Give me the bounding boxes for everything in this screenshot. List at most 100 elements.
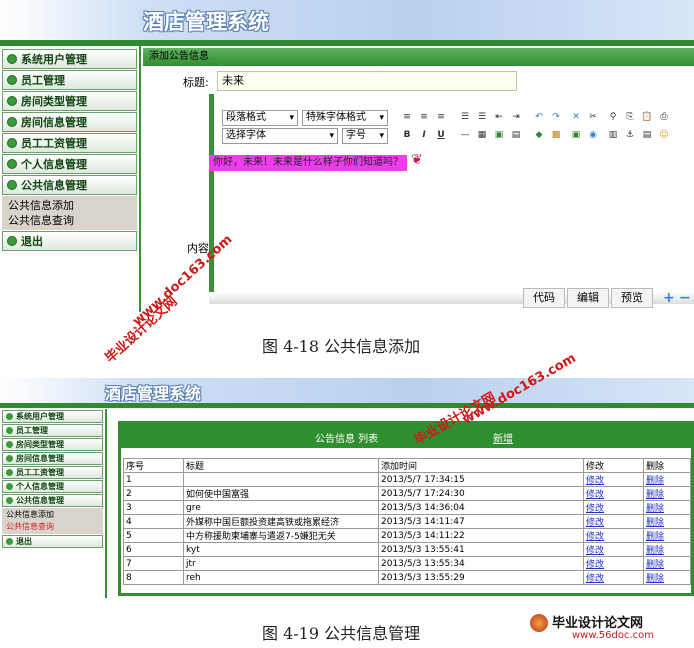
cell-title: 外媒称中国巨额投资建高铁或拖累经济 [183,514,379,529]
underline-icon[interactable]: U [434,128,448,142]
cell-index: 1 [123,472,184,487]
redo-icon[interactable]: ↷ [549,110,563,124]
copy-icon[interactable]: ⎘ [623,110,637,124]
add-new-link[interactable]: 新增 [493,430,513,445]
delete-link[interactable]: 删除 [643,542,691,557]
smiley-icon[interactable]: ☺ [657,128,671,142]
menu-item-room-types[interactable]: 房间类型管理 [2,91,137,111]
submenu: 公共信息添加 公共信息查询 [2,508,103,534]
delete-link[interactable]: 删除 [643,528,691,543]
editor-content-text: 你好，未来！未来是什么样子你们知道吗？ [209,155,407,171]
submenu-item-query[interactable]: 公共信息查询 [8,213,131,228]
rich-text-editor[interactable]: 段落格式 特殊字体格式 选择字体 字号 ≡ ≡ ≡ ☰ ☰ ⇤ ⇥ ↶ ↷ ✕ … [209,94,694,304]
cell-index: 4 [123,514,184,529]
emoticon-grid-icon[interactable]: ▩ [549,128,563,142]
undo-icon[interactable]: ↶ [532,110,546,124]
source-icon[interactable]: ▤ [640,128,654,142]
align-center-icon[interactable]: ≡ [417,110,431,124]
cell-title: kyt [183,542,379,557]
submenu-item-add[interactable]: 公共信息添加 [6,509,99,521]
table-icon[interactable]: ▦ [475,128,489,142]
delete-link[interactable]: 删除 [643,556,691,571]
submenu-item-query[interactable]: 公共信息查询 [6,521,99,533]
menu-item-personal-info[interactable]: 个人信息管理 [2,154,137,174]
tab-preview[interactable]: 预览 [611,288,653,308]
cut-icon[interactable]: ✂ [586,110,600,124]
font-select[interactable]: 选择字体 [222,128,338,144]
paragraph-format-select[interactable]: 段落格式 [222,110,298,126]
delete-link[interactable]: 删除 [643,500,691,515]
menu-item-exit[interactable]: 退出 [2,231,137,251]
menu-item-staff[interactable]: 员工管理 [2,424,103,437]
cell-time: 2013/5/7 17:34:15 [378,472,584,487]
edit-link[interactable]: 修改 [583,542,644,557]
unordered-list-icon[interactable]: ☰ [475,110,489,124]
ordered-list-icon[interactable]: ☰ [458,110,472,124]
menu-item-salary[interactable]: 员工工资管理 [2,133,137,153]
edit-link[interactable]: 修改 [583,556,644,571]
shrink-icon[interactable]: − [679,290,691,306]
print-icon[interactable]: ⎙ [657,110,671,124]
menu-item-public-info[interactable]: 公共信息管理 [2,494,103,507]
link-icon[interactable]: ◉ [586,128,600,142]
edit-link[interactable]: 修改 [583,500,644,515]
tab-code[interactable]: 代码 [523,288,565,308]
edit-link[interactable]: 修改 [583,570,644,585]
special-font-format-select[interactable]: 特殊字体格式 [302,110,388,126]
horizontal-rule-icon[interactable]: — [458,128,472,142]
form-header: 添加公告信息 [143,48,694,66]
table-header-row: 序号 标题 添加时间 修改 删除 [123,458,691,473]
menu-item-staff[interactable]: 员工管理 [2,70,137,90]
outdent-icon[interactable]: ⇤ [492,110,506,124]
notice-table: 序号 标题 添加时间 修改 删除 1 2013/5/7 17:34:15 修改 删除 2… [123,458,691,585]
menu-item-room-types[interactable]: 房间类型管理 [2,438,103,451]
site-logo-icon [530,614,548,632]
table-row: 8 reh 2013/5/3 13:55:29 修改 删除 [123,570,691,585]
media-icon[interactable]: ▤ [509,128,523,142]
menu-item-personal-info[interactable]: 个人信息管理 [2,480,103,493]
delete-link[interactable]: 删除 [643,472,691,487]
font-size-select[interactable]: 字号 [342,128,388,144]
edit-link[interactable]: 修改 [583,472,644,487]
delete-link[interactable]: 删除 [643,570,691,585]
find-icon[interactable]: ⚲ [606,110,620,124]
menu-item-exit[interactable]: 退出 [2,535,103,548]
bold-icon[interactable]: B [400,128,414,142]
indent-icon[interactable]: ⇥ [509,110,523,124]
cell-title: 如何使中国富强 [183,486,379,501]
menu-item-room-info[interactable]: 房间信息管理 [2,452,103,465]
cell-time: 2013/5/3 13:55:29 [378,570,584,585]
menu-item-system-users[interactable]: 系统用户管理 [2,49,137,69]
expand-icon[interactable]: + [663,290,675,306]
app-title: 酒店管理系统 [105,384,202,403]
delete-link[interactable]: 删除 [643,514,691,529]
app-title: 酒店管理系统 [143,9,269,34]
anchor-icon[interactable]: ⚓ [623,128,637,142]
delete-link[interactable]: 删除 [643,486,691,501]
cell-title: reh [183,570,379,585]
menu-bullet-icon [7,180,17,190]
menu-item-room-info[interactable]: 房间信息管理 [2,112,137,132]
align-right-icon[interactable]: ≡ [434,110,448,124]
tab-edit[interactable]: 编辑 [567,288,609,308]
menu-item-system-users[interactable]: 系统用户管理 [2,410,103,423]
cell-index: 8 [123,570,184,585]
col-header-title: 标题 [183,458,379,473]
insert-file-icon[interactable]: ▣ [569,128,583,142]
paste-icon[interactable]: 📋 [640,110,654,124]
flash-icon[interactable]: ◆ [532,128,546,142]
submenu-item-add[interactable]: 公共信息添加 [8,198,131,213]
menu-item-public-info[interactable]: 公共信息管理 [2,175,137,195]
edit-link[interactable]: 修改 [583,486,644,501]
image-icon[interactable]: ▣ [492,128,506,142]
edit-link[interactable]: 修改 [583,514,644,529]
delete-icon[interactable]: ✕ [569,110,583,124]
cell-index: 5 [123,528,184,543]
menu-item-salary[interactable]: 员工工资管理 [2,466,103,479]
col-header-time: 添加时间 [378,458,584,473]
align-left-icon[interactable]: ≡ [400,110,414,124]
edit-link[interactable]: 修改 [583,528,644,543]
special-char-icon[interactable]: ▥ [606,128,620,142]
italic-icon[interactable]: I [417,128,431,142]
title-input[interactable]: 未来 [217,71,517,91]
